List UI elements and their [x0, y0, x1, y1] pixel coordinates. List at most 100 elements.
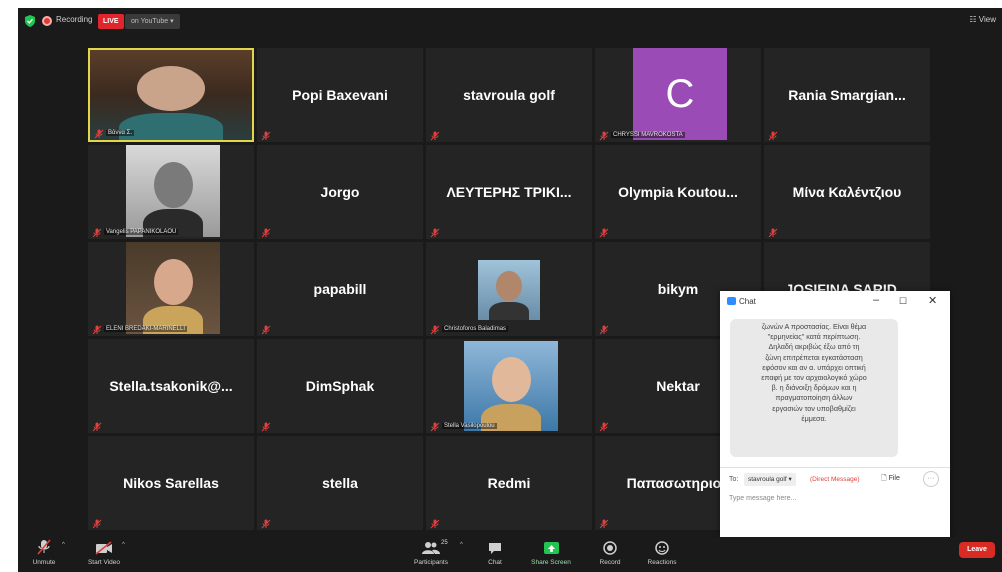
participant-tile[interactable]: Vangelis PAPANIKOLAOU [88, 145, 254, 239]
muted-mic-icon [768, 225, 778, 238]
participant-name: papabill [313, 281, 367, 297]
participant-tile[interactable]: Popi Baxevani [257, 48, 423, 142]
chat-window[interactable]: Chat – ☐ ✕ ζωνών Α προστασίας. Είναι θέμ… [720, 291, 950, 537]
share-screen-label: Share Screen [531, 559, 571, 566]
participant-name-caption: Christoforos Baladimas [442, 326, 509, 332]
participant-name: Rania Smargian... [788, 87, 906, 103]
participant-video [126, 242, 220, 334]
muted-mic-icon [261, 225, 271, 238]
muted-mic-icon [94, 126, 104, 139]
chevron-up-icon[interactable]: ^ [122, 542, 125, 548]
muted-mic-icon [261, 322, 271, 335]
more-options-button[interactable]: ··· [923, 471, 939, 487]
participant-tile[interactable]: Βάννα Σ. [88, 48, 254, 142]
participant-video [90, 50, 252, 140]
participant-tile[interactable]: Stella Vasilopoulou [426, 339, 592, 433]
live-destination-dropdown[interactable]: on YouTube ▾ [125, 14, 180, 29]
participant-name: DimSphak [305, 378, 375, 394]
recording-label[interactable]: Recording [56, 15, 92, 24]
chat-message-line: εργασιών τον υποβαθμίζει [772, 403, 856, 413]
participant-tile[interactable]: Rania Smargian... [764, 48, 930, 142]
participants-count: 25 [441, 540, 448, 546]
reactions-label: Reactions [647, 559, 677, 566]
leave-button[interactable]: Leave [959, 542, 995, 558]
muted-mic-icon [430, 516, 440, 529]
chevron-up-icon[interactable]: ^ [62, 542, 65, 548]
muted-mic-icon [92, 322, 102, 335]
participant-tile[interactable]: stella [257, 436, 423, 530]
participant-name-caption: ELENI BREDAKI-MARINELLI [104, 326, 188, 332]
unmute-button[interactable]: Unmute ^ [24, 537, 65, 572]
participant-tile[interactable]: Jorgo [257, 145, 423, 239]
muted-mic-icon [599, 322, 609, 335]
start-video-button[interactable]: Start Video ^ [82, 537, 126, 572]
to-label: To: [729, 476, 739, 483]
view-label: View [978, 15, 996, 24]
participant-tile[interactable]: Stella.tsakonik@... [88, 339, 254, 433]
chat-button[interactable]: Chat [480, 537, 510, 572]
recording-dot-icon [42, 16, 52, 26]
share-screen-button[interactable]: Share Screen [526, 537, 576, 572]
participant-tile[interactable]: C CHRYSSI MAVROKOSTA [595, 48, 761, 142]
participants-button[interactable]: Participants 25 ^ [408, 537, 463, 572]
zoom-meeting-window: Recording LIVE on YouTube ▾ ☷ View Βάννα… [18, 8, 1002, 572]
muted-mic-icon [768, 128, 778, 141]
muted-microphone-icon [37, 539, 51, 555]
unmute-label: Unmute [32, 559, 56, 566]
participant-tile[interactable]: ELENI BREDAKI-MARINELLI [88, 242, 254, 336]
participant-name-caption: Stella Vasilopoulou [442, 423, 497, 429]
chat-message-line: "ερμηνείας" κατά περίπτωση. [767, 332, 861, 342]
participant-tile[interactable]: ΛΕΥΤΕΡΗΣ ΤΡΙΚΙ... [426, 145, 592, 239]
participant-name: Μίνα Καλέντζιου [792, 184, 902, 200]
muted-mic-icon [261, 419, 271, 432]
chat-message-line: πραγματοποίηση άλλων [775, 393, 853, 403]
participant-tile[interactable]: Nikos Sarellas [88, 436, 254, 530]
participant-tile[interactable]: Christoforos Baladimas [426, 242, 592, 336]
participant-tile[interactable]: Μίνα Καλέντζιου [764, 145, 930, 239]
shield-icon[interactable] [24, 15, 36, 27]
minimize-icon[interactable]: – [873, 294, 879, 306]
participant-tile[interactable]: stavroula golf [426, 48, 592, 142]
live-destination-label: on YouTube [131, 18, 169, 25]
record-icon [603, 541, 617, 555]
participant-name: Jorgo [320, 184, 360, 200]
participants-icon [422, 542, 440, 554]
recipient-select[interactable]: stavroula golf ▾ [744, 473, 796, 486]
participant-name: Popi Baxevani [292, 87, 388, 103]
chat-message-input[interactable] [729, 491, 929, 505]
muted-mic-icon [92, 419, 102, 432]
close-icon[interactable]: ✕ [928, 294, 937, 307]
participant-tile[interactable]: DimSphak [257, 339, 423, 433]
muted-mic-icon [92, 225, 102, 238]
participant-name-caption: Vangelis PAPANIKOLAOU [104, 229, 179, 235]
file-button[interactable]: 🗋 File [881, 474, 900, 485]
view-button[interactable]: ☷ View [969, 15, 996, 24]
chat-titlebar[interactable]: Chat – ☐ ✕ [720, 291, 950, 311]
muted-mic-icon [261, 516, 271, 529]
avatar: C [633, 48, 727, 140]
reactions-button[interactable]: Reactions [642, 537, 682, 572]
live-badge[interactable]: LIVE [98, 14, 124, 29]
maximize-icon[interactable]: ☐ [899, 296, 907, 307]
participant-name: Redmi [487, 475, 531, 491]
chat-bubble-icon [489, 543, 501, 554]
grid-view-icon: ☷ [969, 15, 977, 24]
direct-message-label: (Direct Message) [810, 476, 860, 483]
participant-video [478, 260, 540, 320]
participant-video [464, 341, 558, 431]
participant-name: Stella.tsakonik@... [109, 378, 233, 394]
participant-name-caption: CHRYSSI MAVROKOSTA [611, 132, 685, 138]
participant-video [126, 145, 220, 237]
record-label: Record [599, 559, 621, 566]
participant-tile[interactable]: papabill [257, 242, 423, 336]
muted-mic-icon [599, 516, 609, 529]
record-button[interactable]: Record [595, 537, 625, 572]
file-icon: 🗋 [881, 475, 887, 482]
participant-name: ΛΕΥΤΕΡΗΣ ΤΡΙΚΙ... [446, 184, 572, 200]
participant-name: stella [322, 475, 358, 491]
participant-tile[interactable]: Redmi [426, 436, 592, 530]
chevron-up-icon[interactable]: ^ [460, 542, 463, 548]
muted-mic-icon [430, 128, 440, 141]
chat-app-icon [727, 297, 736, 305]
participant-tile[interactable]: Olympia Koutou... [595, 145, 761, 239]
